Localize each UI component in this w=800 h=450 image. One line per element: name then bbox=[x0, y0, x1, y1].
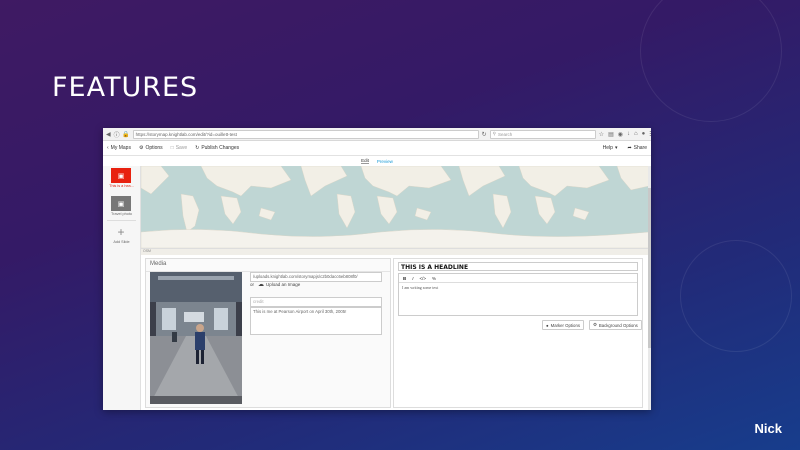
back-icon[interactable]: ◀ bbox=[106, 131, 111, 138]
lock-icon: 🔒 bbox=[122, 131, 130, 138]
pocket-icon[interactable]: ◉ bbox=[618, 131, 623, 138]
reading-list-icon[interactable]: ▤ bbox=[608, 131, 614, 138]
sidebar-divider bbox=[107, 220, 136, 221]
media-panel: Media /uploads.knightlab.com/storymapjs/… bbox=[145, 258, 391, 408]
presenter-name: Nick bbox=[754, 421, 782, 436]
app-toolbar: ‹ My Maps ⚙ Options □ Save ↻ Publish Changes… bbox=[103, 141, 651, 156]
chevron-left-icon: ‹ bbox=[107, 145, 109, 151]
upload-or-label: or bbox=[250, 282, 255, 287]
upload-image-button[interactable]: ☁ Upload an Image bbox=[258, 281, 300, 288]
marker-options-button[interactable]: ● Marker Options bbox=[542, 320, 584, 330]
reload-icon[interactable]: ↻ bbox=[482, 131, 487, 138]
upload-image-label: Upload an Image bbox=[266, 282, 301, 287]
map-view[interactable] bbox=[141, 166, 648, 248]
gear-icon: ⚙ bbox=[138, 145, 144, 151]
body-text[interactable]: I am writing some text bbox=[399, 283, 637, 292]
search-placeholder: Search bbox=[497, 131, 513, 137]
world-map-graphic bbox=[141, 166, 648, 248]
help-label: Help bbox=[602, 145, 613, 151]
airport-photo-graphic bbox=[150, 272, 242, 404]
help-button[interactable]: Help ▾ bbox=[603, 145, 618, 151]
gear-icon: ⚙ bbox=[593, 322, 597, 327]
headline-input[interactable]: THIS IS A HEADLINE bbox=[398, 262, 638, 271]
marker-options-label: Marker Options bbox=[550, 322, 580, 328]
rte-toolbar: B I </> % bbox=[399, 274, 637, 283]
menu-icon[interactable]: ☰ bbox=[649, 131, 651, 138]
credit-input[interactable]: credit bbox=[250, 297, 382, 307]
tab-preview[interactable]: Preview bbox=[377, 159, 393, 164]
background-options-label: Background Options bbox=[598, 322, 638, 328]
slide-label-1: This is a hea... bbox=[109, 184, 134, 188]
link-button[interactable]: % bbox=[432, 276, 436, 281]
publish-label: Publish Changes bbox=[201, 145, 240, 151]
browser-address-bar: ◀ ⓘ 🔒 https://storymap.knightlab.com/edi… bbox=[103, 128, 651, 141]
mode-tabs: Edit Preview bbox=[103, 156, 651, 166]
image-icon: ▣ bbox=[117, 172, 125, 180]
background-options-button[interactable]: ⚙ Background Options bbox=[589, 320, 642, 330]
italic-button[interactable]: I bbox=[412, 276, 413, 281]
download-icon[interactable]: ↓ bbox=[627, 131, 630, 138]
cloud-upload-icon: ☁ bbox=[258, 282, 265, 288]
info-icon[interactable]: ⓘ bbox=[114, 131, 120, 139]
browser-window: ◀ ⓘ 🔒 https://storymap.knightlab.com/edi… bbox=[103, 128, 651, 410]
tab-edit[interactable]: Edit bbox=[361, 158, 369, 164]
decorative-circle bbox=[680, 240, 792, 352]
slide-label-2: Travel photo bbox=[111, 212, 132, 216]
share-label: Share bbox=[633, 145, 647, 151]
slide-thumbnail-1[interactable]: ▣ bbox=[111, 168, 131, 183]
url-input[interactable]: https://storymap.knightlab.com/edit/?id=… bbox=[132, 129, 479, 139]
map-attribution: OSM bbox=[141, 248, 648, 255]
scrollbar-thumb[interactable] bbox=[648, 188, 651, 348]
upload-row: or ☁ Upload an Image bbox=[250, 281, 300, 288]
slide-title: FEATURES bbox=[52, 72, 199, 103]
search-input[interactable]: ⚲ Search bbox=[489, 129, 596, 139]
search-icon: ⚲ bbox=[492, 131, 496, 136]
decorative-circle bbox=[640, 0, 782, 122]
share-icon: ➦ bbox=[627, 145, 632, 151]
options-label: Options bbox=[145, 145, 163, 151]
extension-icon[interactable]: ● bbox=[642, 131, 646, 138]
image-icon: ▣ bbox=[117, 200, 125, 208]
code-button[interactable]: </> bbox=[420, 276, 427, 281]
map-marker-icon: ● bbox=[546, 322, 549, 328]
caret-down-icon: ▾ bbox=[614, 145, 618, 151]
add-slide-label: Add Slide bbox=[113, 240, 130, 244]
rich-text-editor[interactable]: B I </> % I am writing some text bbox=[398, 273, 638, 316]
plus-icon: + bbox=[117, 225, 125, 239]
bold-button[interactable]: B bbox=[403, 276, 406, 281]
refresh-icon: ↻ bbox=[195, 145, 200, 151]
home-icon[interactable]: ⌂ bbox=[634, 131, 638, 138]
my-maps-button[interactable]: ‹ My Maps bbox=[107, 145, 131, 151]
browser-toolbar-icons: ☆ ▤ ◉ ↓ ⌂ ● ☰ bbox=[599, 131, 651, 138]
slide-thumbnail-2[interactable]: ▣ bbox=[111, 196, 131, 211]
star-icon[interactable]: ☆ bbox=[599, 131, 604, 138]
media-header: Media bbox=[146, 259, 390, 272]
add-slide-button[interactable]: + bbox=[111, 224, 131, 240]
slide-sidebar: ▣ This is a hea... ▣ Travel photo + Add … bbox=[103, 166, 141, 410]
caption-textarea[interactable]: This is me at Pearson Airport on April 3… bbox=[250, 307, 382, 335]
options-button[interactable]: ⚙ Options bbox=[139, 145, 163, 151]
my-maps-label: My Maps bbox=[110, 145, 131, 151]
content-panel: THIS IS A HEADLINE B I </> % I am writin… bbox=[393, 258, 643, 408]
media-photo bbox=[150, 272, 242, 404]
save-label: Save bbox=[175, 145, 188, 151]
publish-button[interactable]: ↻ Publish Changes bbox=[195, 145, 239, 151]
share-button[interactable]: ➦ Share bbox=[627, 145, 647, 151]
save-button[interactable]: □ Save bbox=[171, 145, 187, 151]
save-icon: □ bbox=[170, 145, 174, 151]
